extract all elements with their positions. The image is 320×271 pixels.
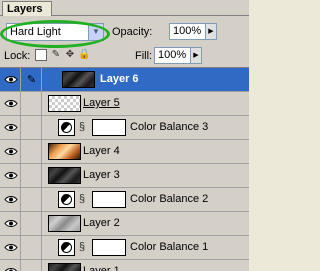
layer-mask-thumbnail[interactable] [92, 239, 126, 256]
layer-name: Layer 2 [83, 217, 120, 229]
layer-row[interactable]: § Color Balance 2 [0, 188, 249, 212]
layer-mask-thumbnail[interactable] [92, 191, 126, 208]
link-toggle[interactable] [22, 188, 42, 211]
fill-label: Fill: [135, 50, 153, 62]
fill-field[interactable]: 100% ▶ [154, 47, 202, 64]
lock-label: Lock: [4, 50, 31, 62]
layer-row[interactable]: Layer 5 [0, 92, 249, 116]
lock-all-icon[interactable]: 🔒 [78, 49, 90, 61]
link-toggle[interactable] [22, 140, 42, 163]
eye-icon[interactable] [1, 92, 21, 115]
layer-row[interactable]: Layer 1 [0, 260, 249, 271]
fill-value: 100% [158, 49, 187, 61]
layer-row[interactable]: § Color Balance 3 [0, 116, 249, 140]
layer-name: Layer 3 [83, 169, 120, 181]
layer-thumbnail [62, 71, 95, 88]
eye-icon[interactable] [1, 140, 21, 163]
layer-row[interactable]: Layer 4 [0, 140, 249, 164]
eye-icon[interactable] [1, 260, 21, 271]
opacity-value: 100% [173, 25, 202, 37]
lock-row: Lock: ✎ ✥ 🔒 Fill: 100% ▶ [0, 44, 249, 68]
layers-panel: Layers Hard Light ▼ Opacity: 100% ▶ Lock… [0, 0, 249, 271]
link-toggle[interactable] [22, 92, 42, 115]
tab-layers[interactable]: Layers [2, 1, 52, 16]
opacity-label: Opacity: [112, 26, 153, 38]
layer-row[interactable]: Layer 2 [0, 212, 249, 236]
eye-icon[interactable] [1, 236, 21, 259]
link-toggle[interactable] [22, 116, 42, 139]
layer-thumbnail [48, 215, 81, 232]
layer-thumbnail [48, 263, 81, 271]
layer-mask-thumbnail[interactable] [92, 119, 126, 136]
layer-name: Color Balance 2 [130, 193, 209, 205]
layer-row[interactable]: Layer 3 [0, 164, 249, 188]
adjustment-layer-icon [58, 239, 75, 256]
eye-icon[interactable] [1, 188, 21, 211]
tab-strip: Layers [0, 0, 249, 16]
opacity-arrow-icon[interactable]: ▶ [205, 23, 217, 40]
blend-row: Hard Light ▼ Opacity: 100% ▶ [0, 18, 249, 48]
layer-thumbnail [48, 167, 81, 184]
layers-list: ✎ Layer 6 Layer 5 § Color Balance 3 Layer 4 La… [0, 67, 249, 271]
layer-thumbnail [48, 143, 81, 160]
link-toggle[interactable] [22, 164, 42, 187]
layer-name: Layer 4 [83, 145, 120, 157]
layer-thumbnail [48, 95, 81, 112]
fill-arrow-icon[interactable]: ▶ [190, 47, 202, 64]
layer-name: Layer 1 [83, 265, 120, 271]
eye-icon[interactable] [1, 212, 21, 235]
layer-name: Color Balance 3 [130, 121, 209, 133]
layer-name: Layer 5 [83, 97, 120, 109]
layer-name: Layer 6 [100, 73, 139, 85]
adjustment-layer-icon [58, 119, 75, 136]
link-toggle[interactable] [22, 212, 42, 235]
eye-icon[interactable] [1, 116, 21, 139]
eye-icon[interactable] [1, 164, 21, 187]
eye-icon[interactable] [1, 68, 21, 91]
chain-link-icon[interactable]: § [79, 121, 85, 133]
layer-name: Color Balance 1 [130, 241, 209, 253]
layer-row[interactable]: § Color Balance 1 [0, 236, 249, 260]
lock-move-icon[interactable]: ✥ [64, 49, 76, 61]
link-toggle[interactable] [22, 236, 42, 259]
brush-icon[interactable]: ✎ [22, 68, 42, 91]
chain-link-icon[interactable]: § [79, 241, 85, 253]
layer-row[interactable]: ✎ Layer 6 [0, 68, 249, 92]
lock-transparency-icon[interactable] [35, 49, 47, 61]
chain-link-icon[interactable]: § [79, 193, 85, 205]
adjustment-layer-icon [58, 191, 75, 208]
lock-brush-icon[interactable]: ✎ [50, 49, 62, 61]
opacity-field[interactable]: 100% ▶ [169, 23, 217, 40]
link-toggle[interactable] [22, 260, 42, 271]
